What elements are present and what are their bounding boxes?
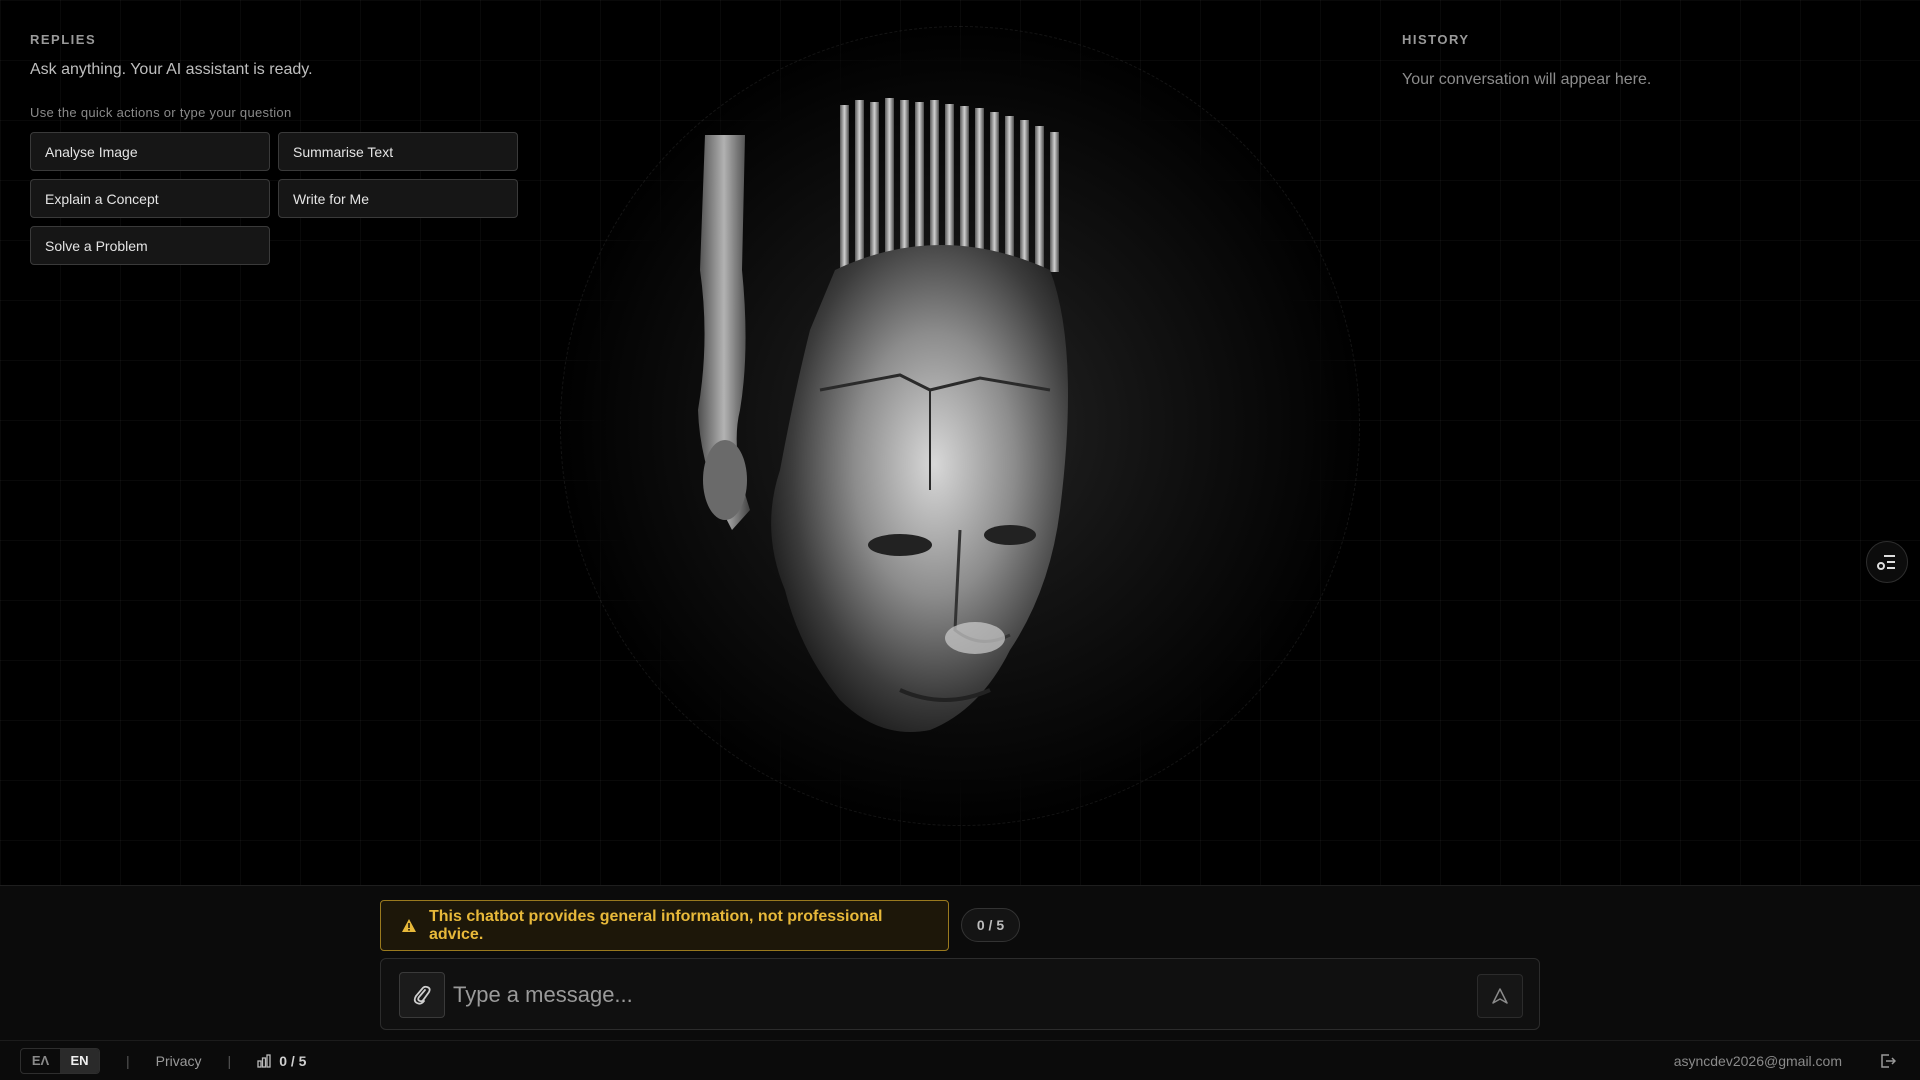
send-icon (1492, 988, 1508, 1004)
language-toggle: ΕΛ EN (20, 1047, 100, 1074)
quick-action-solve-problem[interactable]: Solve a Problem (30, 226, 270, 265)
history-empty-state: Your conversation will appear here. (1402, 71, 1652, 88)
logout-icon (1881, 1053, 1896, 1068)
replies-title: REPLIES (30, 32, 97, 47)
usage-count: 0 / 5 (279, 1052, 307, 1069)
quick-action-explain-concept[interactable]: Explain a Concept (30, 179, 270, 218)
replies-panel: REPLIES Ask anything. Your AI assistant … (30, 32, 530, 265)
replies-hint: Use the quick actions or type your quest… (30, 105, 292, 120)
quick-actions: Analyse Image Summarise Text Explain a C… (30, 132, 530, 265)
bar-chart-icon (257, 1053, 271, 1068)
footer-divider: | (227, 1052, 232, 1069)
footer-divider: | (126, 1052, 130, 1069)
disclaimer-text: This chatbot provides general informatio… (429, 907, 883, 943)
lang-english[interactable]: EN (60, 1048, 99, 1073)
send-button[interactable] (1477, 974, 1523, 1018)
warning-icon (401, 918, 417, 933)
message-composer (380, 958, 1540, 1030)
quick-action-analyse-image[interactable]: Analyse Image (30, 132, 270, 171)
quick-action-write-for-me[interactable]: Write for Me (278, 179, 518, 218)
footer: ΕΛ EN | Privacy | 0 / 5 asyncdev2026@gma… (0, 1040, 1920, 1080)
history-panel: HISTORY Your conversation will appear he… (1402, 32, 1842, 89)
quick-action-summarise-text[interactable]: Summarise Text (278, 132, 518, 171)
disclaimer-banner: This chatbot provides general informatio… (380, 900, 949, 951)
attach-button[interactable] (399, 972, 445, 1018)
replies-subtitle: Ask anything. Your AI assistant is ready… (30, 61, 313, 78)
lang-greek[interactable]: ΕΛ (21, 1049, 60, 1073)
ai-avatar-head (698, 98, 1068, 732)
panel-toggle-icon (1877, 555, 1895, 570)
logout-button[interactable] (1880, 1053, 1896, 1068)
message-input[interactable] (453, 973, 1453, 1017)
panel-toggle-button[interactable] (1866, 541, 1908, 583)
history-title: HISTORY (1402, 32, 1470, 47)
user-email: asyncdev2026@gmail.com (1673, 1052, 1842, 1069)
usage-indicator: 0 / 5 (257, 1053, 306, 1069)
message-counter: 0 / 5 (961, 908, 1020, 942)
app-root: REPLIES Ask anything. Your AI assistant … (0, 0, 1920, 1080)
paperclip-icon (413, 985, 431, 1005)
privacy-link[interactable]: Privacy (156, 1053, 202, 1069)
